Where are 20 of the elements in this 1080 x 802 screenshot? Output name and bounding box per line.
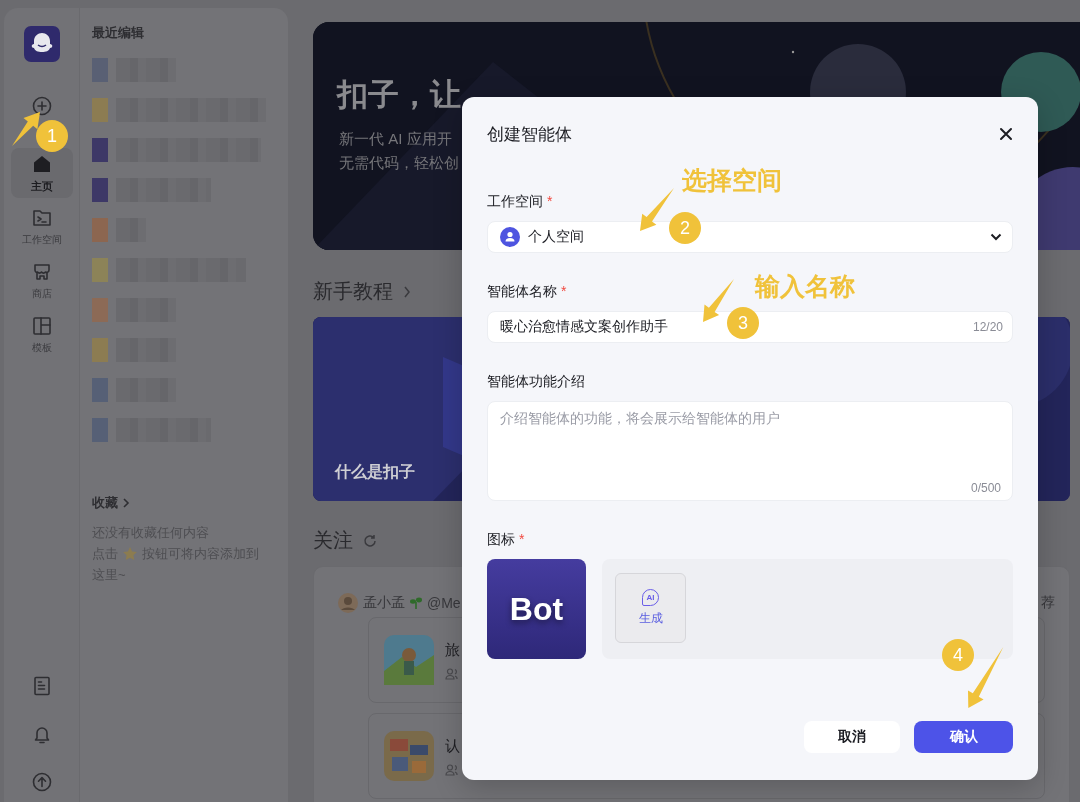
field-label: 工作空间 * bbox=[487, 192, 553, 211]
bot-icon-preview: Bot bbox=[487, 559, 586, 659]
callout-label: 选择空间 bbox=[682, 165, 782, 196]
character-counter: 12/20 bbox=[972, 320, 1003, 334]
dialog-title: 创建智能体 bbox=[487, 123, 572, 146]
post-title: 认 bbox=[445, 736, 461, 756]
section-title: 关注 bbox=[313, 528, 353, 553]
hero-text: 无需代码，轻松创 bbox=[339, 154, 459, 173]
author-name: 孟小孟 bbox=[363, 594, 405, 612]
post-title: 旅 bbox=[445, 640, 461, 660]
hero-title: 扣子，让 bbox=[337, 76, 461, 114]
field-label: 智能体功能介绍 bbox=[487, 372, 585, 391]
field-label: 智能体名称 * bbox=[487, 282, 567, 301]
field-label: 图标 * bbox=[487, 530, 525, 549]
character-counter: 0/500 bbox=[970, 481, 1001, 495]
card-title: 什么是扣子 bbox=[335, 462, 415, 482]
hero-text: 新一代 AI 应用开 bbox=[339, 130, 452, 149]
callout-label: 输入名称 bbox=[755, 271, 855, 302]
section-title: 最近编辑 bbox=[92, 24, 145, 42]
author-handle: @Me bbox=[427, 595, 461, 611]
